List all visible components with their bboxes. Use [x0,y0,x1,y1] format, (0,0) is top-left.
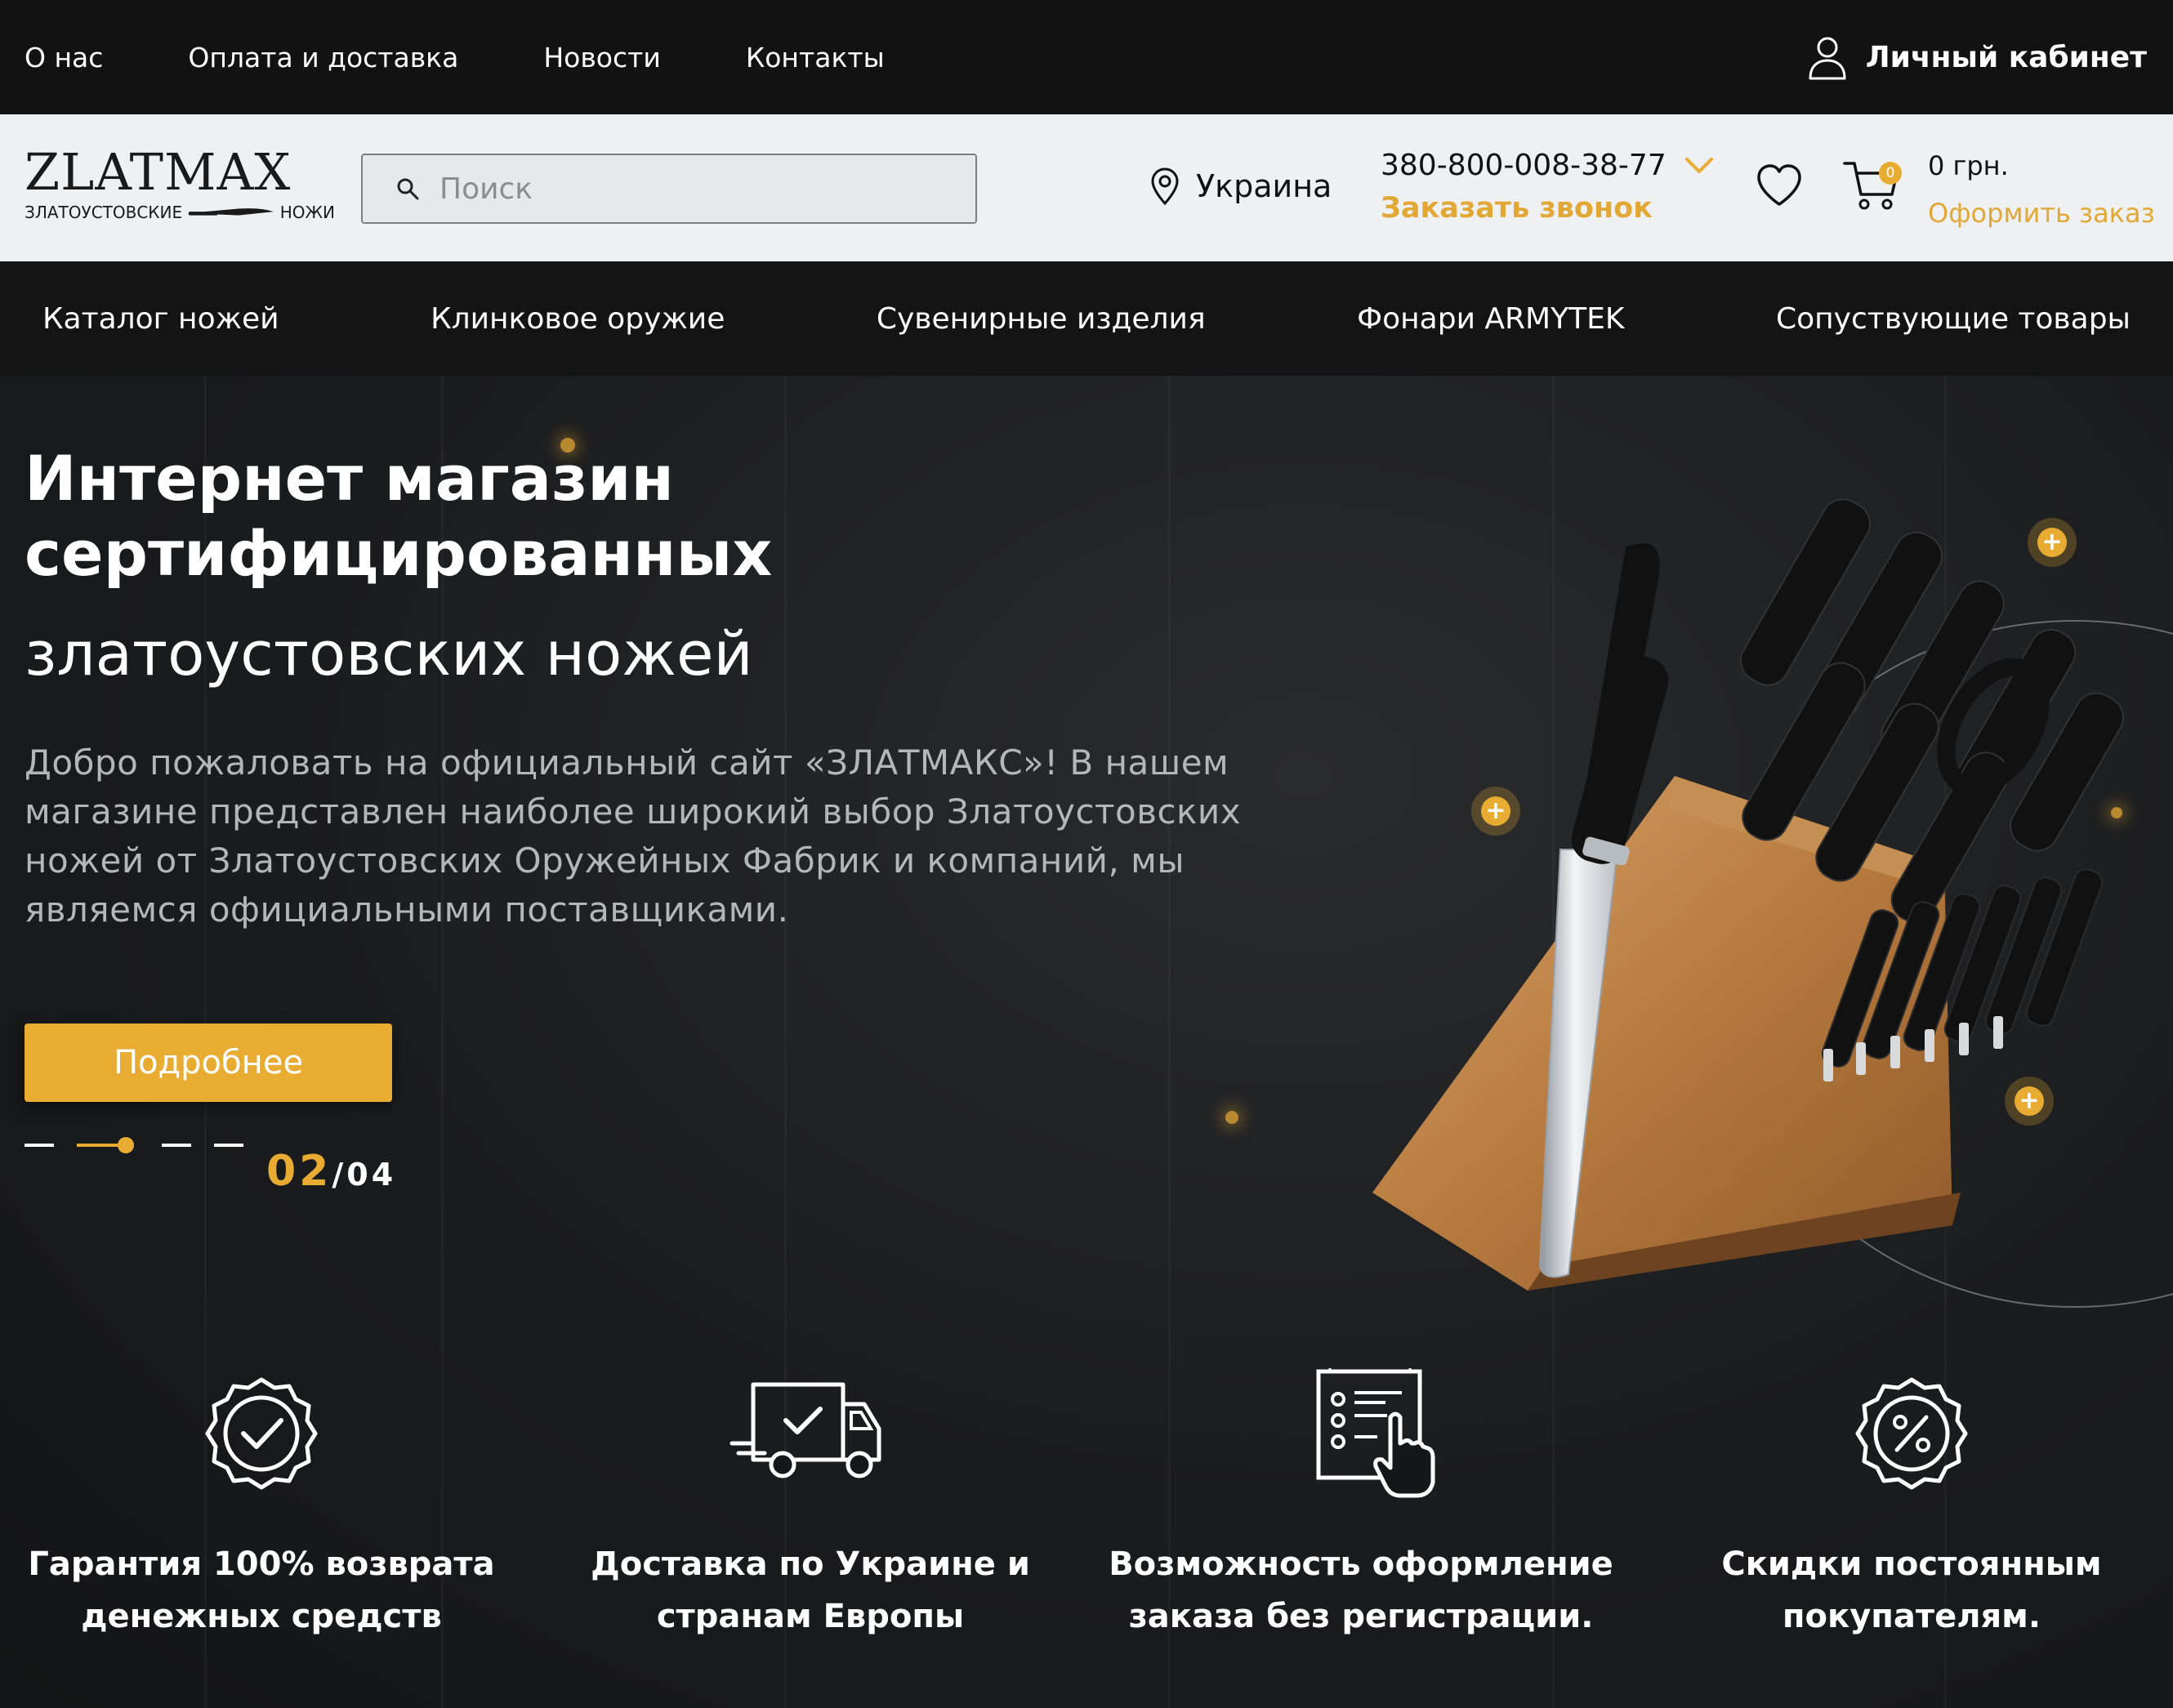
discount-badge-icon [1855,1377,1968,1490]
account-link[interactable]: Личный кабинет [1807,34,2147,80]
main-nav: Каталог ножей Клинковое оружие Сувенирны… [0,261,2173,376]
nav-item-souvenirs[interactable]: Сувенирные изделия [877,302,1206,336]
feature-discounts: Скидки постоянным покупателям. [1650,1368,2173,1643]
top-link-about[interactable]: О нас [25,42,103,74]
slide-dot-4[interactable] [214,1144,243,1147]
phone-dropdown[interactable]: 380-800-008-38-77 [1381,149,1714,182]
cart-summary: 0 грн. Оформить заказ [1928,150,2155,229]
account-label: Личный кабинет [1865,40,2147,74]
feature-line: Скидки постоянным [1721,1545,2102,1583]
region-label: Украина [1196,168,1332,204]
plus-icon: + [2037,528,2067,557]
feature-line: заказа без регистрации. [1128,1598,1594,1635]
knife-blade-icon [188,208,274,216]
nav-item-knife-catalog[interactable]: Каталог ножей [42,302,279,336]
location-pin-icon [1151,167,1179,206]
nav-item-accessories[interactable]: Сопуствующие товары [1776,302,2131,336]
hero-title: Интернет магазин сертифицированных [25,442,773,590]
slide-total: /04 [332,1157,397,1193]
phone-number: 380-800-008-38-77 [1381,149,1667,182]
user-icon [1809,37,1846,80]
logo-sub-right: НОЖИ [279,203,335,222]
plus-icon: + [2015,1086,2044,1116]
slide-dot-1[interactable] [25,1144,54,1147]
slide-dot-3[interactable] [162,1144,191,1147]
logo-brand: ZLATMAX [25,142,292,202]
decor-light [1225,1111,1238,1124]
nav-item-bladed-weapons[interactable]: Клинковое оружие [431,302,725,336]
slide-dot-2[interactable] [77,1137,134,1153]
feature-no-registration: Возможность оформление заказа без регист… [1100,1368,1622,1643]
logo[interactable]: ZLATMAX ЗЛАТОУСТОВСКИЕ НОЖИ [25,142,335,223]
cart-count-badge: 0 [1879,162,1902,185]
feature-line: Возможность оформление [1109,1545,1613,1583]
slide-counter: 02/04 [266,1147,396,1196]
checklist-click-icon [1316,1368,1435,1498]
feature-guarantee: Гарантия 100% возврата денежных средств [0,1368,523,1643]
hotspot-plus-button[interactable]: + [2005,1077,2054,1126]
phone-block: 380-800-008-38-77 Заказать звонок [1381,149,1714,225]
hotspot-plus-button[interactable]: + [2028,518,2077,567]
more-button[interactable]: Подробнее [25,1023,392,1102]
checkout-link[interactable]: Оформить заказ [1928,198,2155,229]
search-input[interactable] [440,172,930,206]
feature-label: Скидки постоянным покупателям. [1650,1538,2173,1643]
feature-line: покупателям. [1782,1598,2041,1635]
slide-current: 02 [266,1147,332,1196]
top-bar: О нас Оплата и доставка Новости Контакты… [0,0,2173,114]
cart-total: 0 грн. [1928,150,2009,181]
plus-icon: + [1481,796,1510,826]
top-links: О нас Оплата и доставка Новости Контакты [25,42,970,74]
heart-icon[interactable] [1755,162,1804,211]
feature-label: Доставка по Украине и странам Европы [549,1538,1072,1643]
badge-check-icon [205,1377,318,1490]
nav-item-flashlights[interactable]: Фонари ARMYTEK [1357,302,1624,336]
logo-subtitle: ЗЛАТОУСТОВСКИЕ НОЖИ [25,203,335,222]
delivery-truck-icon [730,1382,881,1478]
top-link-contacts[interactable]: Контакты [746,42,885,74]
search-icon[interactable] [395,176,420,201]
slider-pagination [25,1137,266,1153]
callback-link[interactable]: Заказать звонок [1381,192,1714,225]
feature-line: денежных средств [81,1598,442,1635]
feature-label: Возможность оформление заказа без регист… [1100,1538,1622,1643]
hotspot-plus-button[interactable]: + [1471,787,1520,836]
search-box [361,154,977,224]
chevron-down-icon [1684,157,1713,173]
knife-block-image [1372,498,2173,1308]
hero-description: Добро пожаловать на официальный сайт «ЗЛ… [25,743,1242,930]
top-link-payment-delivery[interactable]: Оплата и доставка [188,42,458,74]
top-link-news[interactable]: Новости [543,42,660,74]
feature-line: Доставка по Украине и [591,1545,1030,1583]
feature-line: Гарантия 100% возврата [28,1545,495,1583]
region-selector[interactable]: Украина [1150,167,1332,206]
feature-line: странам Европы [656,1598,965,1635]
header: ZLATMAX ЗЛАТОУСТОВСКИЕ НОЖИ Украина 380-… [0,114,2173,261]
feature-delivery: Доставка по Украине и странам Европы [549,1368,1072,1643]
hero-subtitle: златоустовских ножей [25,619,753,689]
logo-sub-left: ЗЛАТОУСТОВСКИЕ [25,203,183,222]
feature-label: Гарантия 100% возврата денежных средств [0,1538,523,1643]
